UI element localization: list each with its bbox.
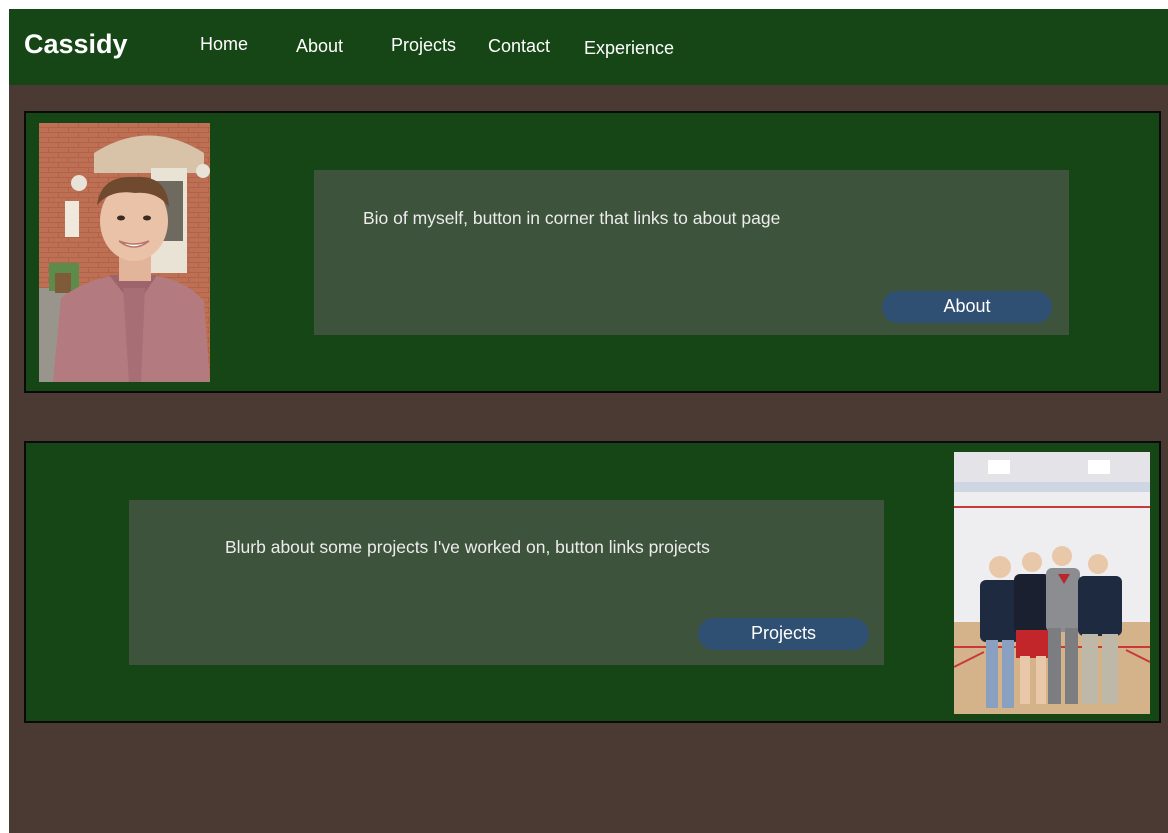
nav-link-home[interactable]: Home: [200, 34, 248, 55]
portrait-photo-icon: [39, 123, 210, 382]
group-photo-icon: [954, 452, 1150, 714]
projects-section: Blurb about some projects I've worked on…: [24, 441, 1161, 723]
page: Cassidy Home About Projects Contact Expe…: [9, 9, 1168, 833]
group-photo: [954, 452, 1150, 714]
bio-panel: Bio of myself, button in corner that lin…: [314, 170, 1069, 335]
top-navbar: Cassidy Home About Projects Contact Expe…: [9, 9, 1168, 85]
projects-panel: Blurb about some projects I've worked on…: [129, 500, 884, 665]
nav-link-contact[interactable]: Contact: [488, 36, 550, 57]
projects-button[interactable]: Projects: [698, 618, 869, 650]
bio-text: Bio of myself, button in corner that lin…: [363, 208, 781, 228]
bio-section: Bio of myself, button in corner that lin…: [24, 111, 1161, 393]
about-button[interactable]: About: [882, 291, 1052, 323]
nav-link-experience[interactable]: Experience: [584, 38, 674, 59]
portrait-photo: [39, 123, 210, 382]
site-brand[interactable]: Cassidy: [24, 29, 128, 60]
nav-link-projects[interactable]: Projects: [391, 35, 456, 56]
nav-link-about[interactable]: About: [296, 36, 343, 57]
projects-text: Blurb about some projects I've worked on…: [225, 537, 710, 557]
